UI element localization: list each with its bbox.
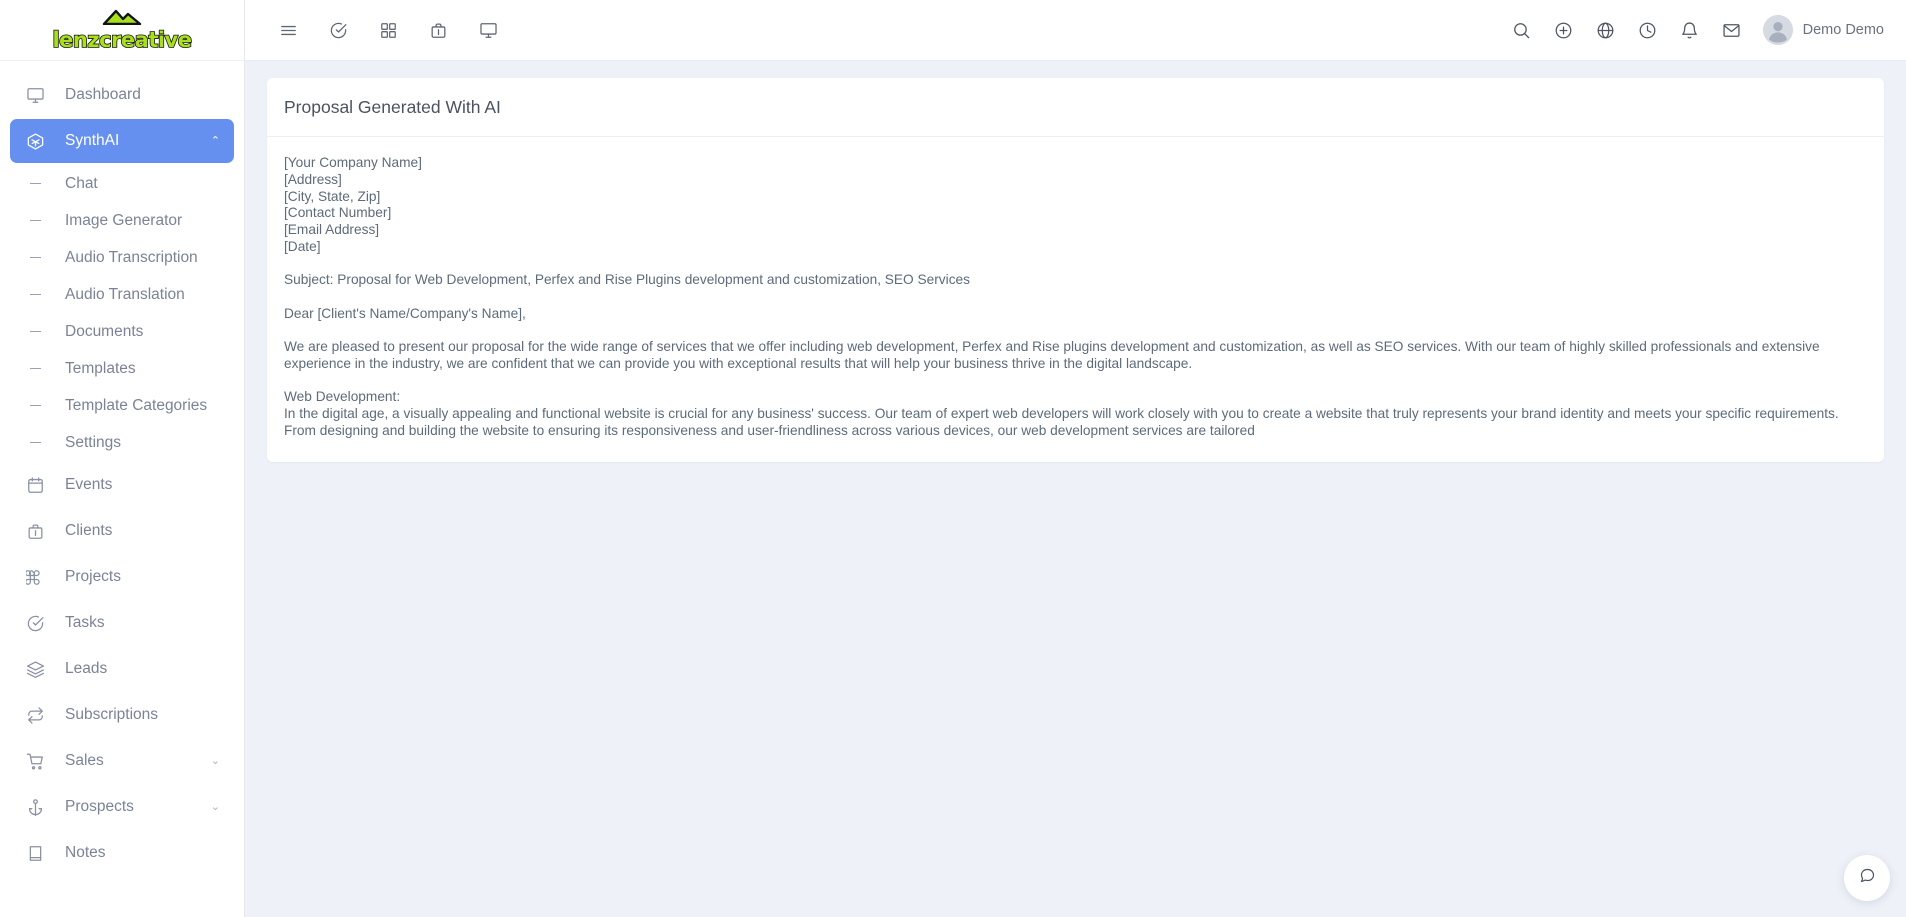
grid-icon[interactable]	[363, 8, 413, 52]
proposal-block-company-info: [Your Company Name] [Address] [City, Sta…	[284, 155, 422, 254]
sidebar-item-dashboard[interactable]: Dashboard	[10, 73, 234, 117]
hamburger-menu-icon[interactable]	[263, 8, 313, 52]
chat-widget-button[interactable]	[1844, 855, 1890, 901]
cart-icon	[24, 750, 46, 772]
chevron-up-icon: ⌃	[210, 134, 220, 147]
top-bar-left-actions	[263, 8, 513, 52]
proposal-block-subject: Subject: Proposal for Web Development, P…	[284, 272, 970, 288]
calendar-icon	[24, 474, 46, 496]
sidebar-item-label: Subscriptions	[65, 706, 159, 723]
sidebar-item-clients[interactable]: Clients	[10, 509, 234, 553]
sidebar-item-leads[interactable]: Leads	[10, 647, 234, 691]
sidebar-item-audio-translation[interactable]: Audio Translation	[10, 276, 234, 313]
sidebar-item-label: Audio Transcription	[65, 248, 198, 266]
dash-icon	[24, 404, 46, 407]
sidebar-item-label: Template Categories	[65, 396, 208, 414]
sidebar-item-label: Documents	[65, 322, 144, 340]
sidebar-item-label: Chat	[65, 174, 98, 192]
dash-icon	[24, 367, 46, 370]
sidebar-item-label: Dashboard	[65, 86, 141, 103]
check-circle-icon	[24, 612, 46, 634]
layers-icon	[24, 658, 46, 680]
search-icon[interactable]	[1501, 8, 1543, 52]
sidebar-item-settings[interactable]: Settings	[10, 424, 234, 461]
sidebar-item-tasks[interactable]: Tasks	[10, 601, 234, 645]
proposal-block-intro: We are pleased to present our proposal f…	[284, 339, 1820, 371]
brand-logo-text: lenzcreative	[52, 28, 193, 52]
top-bar: Demo Demo	[245, 0, 1906, 61]
dash-icon	[24, 256, 46, 259]
top-bar-right-actions: Demo Demo	[1501, 8, 1884, 52]
sidebar-item-label: Clients	[65, 522, 113, 539]
briefcase-icon[interactable]	[413, 8, 463, 52]
anchor-icon	[24, 796, 46, 818]
dash-icon	[24, 330, 46, 333]
sidebar-item-label: Projects	[65, 568, 121, 585]
content-area: Proposal Generated With AI [Your Company…	[245, 61, 1906, 462]
book-icon	[24, 842, 46, 864]
sidebar-item-projects[interactable]: Projects	[10, 555, 234, 599]
globe-icon[interactable]	[1585, 8, 1627, 52]
dash-icon	[24, 182, 46, 185]
brand-logo[interactable]: lenzcreative	[0, 0, 244, 61]
proposal-card: Proposal Generated With AI [Your Company…	[267, 78, 1884, 462]
sidebar-item-label: Image Generator	[65, 211, 183, 229]
chat-bubble-icon	[1859, 867, 1876, 889]
dash-icon	[24, 293, 46, 296]
refresh-icon	[24, 704, 46, 726]
sidebar-item-label: Tasks	[65, 614, 105, 631]
check-circle-icon[interactable]	[313, 8, 363, 52]
sidebar-item-synthai[interactable]: SynthAI ⌃	[10, 119, 234, 163]
sidebar-item-templates[interactable]: Templates	[10, 350, 234, 387]
card-body: [Your Company Name] [Address] [City, Sta…	[267, 137, 1884, 462]
sidebar-item-sales[interactable]: Sales ⌄	[10, 739, 234, 783]
card-header: Proposal Generated With AI	[267, 78, 1884, 137]
sidebar-item-audio-transcription[interactable]: Audio Transcription	[10, 239, 234, 276]
briefcase-icon	[24, 520, 46, 542]
chevron-down-icon: ⌄	[210, 800, 220, 813]
monitor-icon	[24, 84, 46, 106]
sidebar-item-label: SynthAI	[65, 132, 120, 149]
app-root: lenzcreative Dashboard SynthAI ⌃ Chat Im…	[0, 0, 1906, 917]
user-name[interactable]: Demo Demo	[1803, 22, 1884, 38]
clock-icon[interactable]	[1627, 8, 1669, 52]
sidebar-item-label: Templates	[65, 359, 136, 377]
sidebar-item-label: Audio Translation	[65, 285, 185, 303]
sidebar-item-events[interactable]: Events	[10, 463, 234, 507]
sidebar-item-label: Events	[65, 476, 113, 493]
proposal-block-salutation: Dear [Client's Name/Company's Name],	[284, 305, 526, 321]
sidebar: lenzcreative Dashboard SynthAI ⌃ Chat Im…	[0, 0, 245, 917]
avatar[interactable]	[1762, 15, 1793, 45]
sidebar-nav: Dashboard SynthAI ⌃ Chat Image Generator	[0, 61, 244, 875]
main-area: Demo Demo Proposal Generated With AI [Yo…	[245, 0, 1906, 917]
sidebar-item-prospects[interactable]: Prospects ⌄	[10, 785, 234, 829]
plus-circle-icon[interactable]	[1543, 8, 1585, 52]
sidebar-item-label: Settings	[65, 433, 122, 451]
chevron-down-icon: ⌄	[210, 754, 220, 767]
sidebar-item-label: Notes	[65, 844, 106, 861]
sidebar-item-image-generator[interactable]: Image Generator	[10, 202, 234, 239]
monitor-icon[interactable]	[463, 8, 513, 52]
proposal-block-web-development: Web Development: In the digital age, a v…	[284, 389, 1839, 438]
mail-icon[interactable]	[1711, 8, 1753, 52]
sidebar-item-subscriptions[interactable]: Subscriptions	[10, 693, 234, 737]
sidebar-item-label: Prospects	[65, 798, 134, 815]
sidebar-item-label: Leads	[65, 660, 108, 677]
sidebar-item-notes[interactable]: Notes	[10, 831, 234, 875]
bell-icon[interactable]	[1669, 8, 1711, 52]
sidebar-item-documents[interactable]: Documents	[10, 313, 234, 350]
sidebar-item-chat[interactable]: Chat	[10, 165, 234, 202]
mountain-icon	[100, 9, 144, 29]
sidebar-item-template-categories[interactable]: Template Categories	[10, 387, 234, 424]
page-title: Proposal Generated With AI	[284, 97, 501, 117]
dash-icon	[24, 441, 46, 444]
user-avatar-icon	[1762, 15, 1793, 45]
dash-icon	[24, 219, 46, 222]
command-icon	[24, 566, 46, 588]
sidebar-item-label: Sales	[65, 752, 104, 769]
cube-icon	[24, 130, 46, 152]
